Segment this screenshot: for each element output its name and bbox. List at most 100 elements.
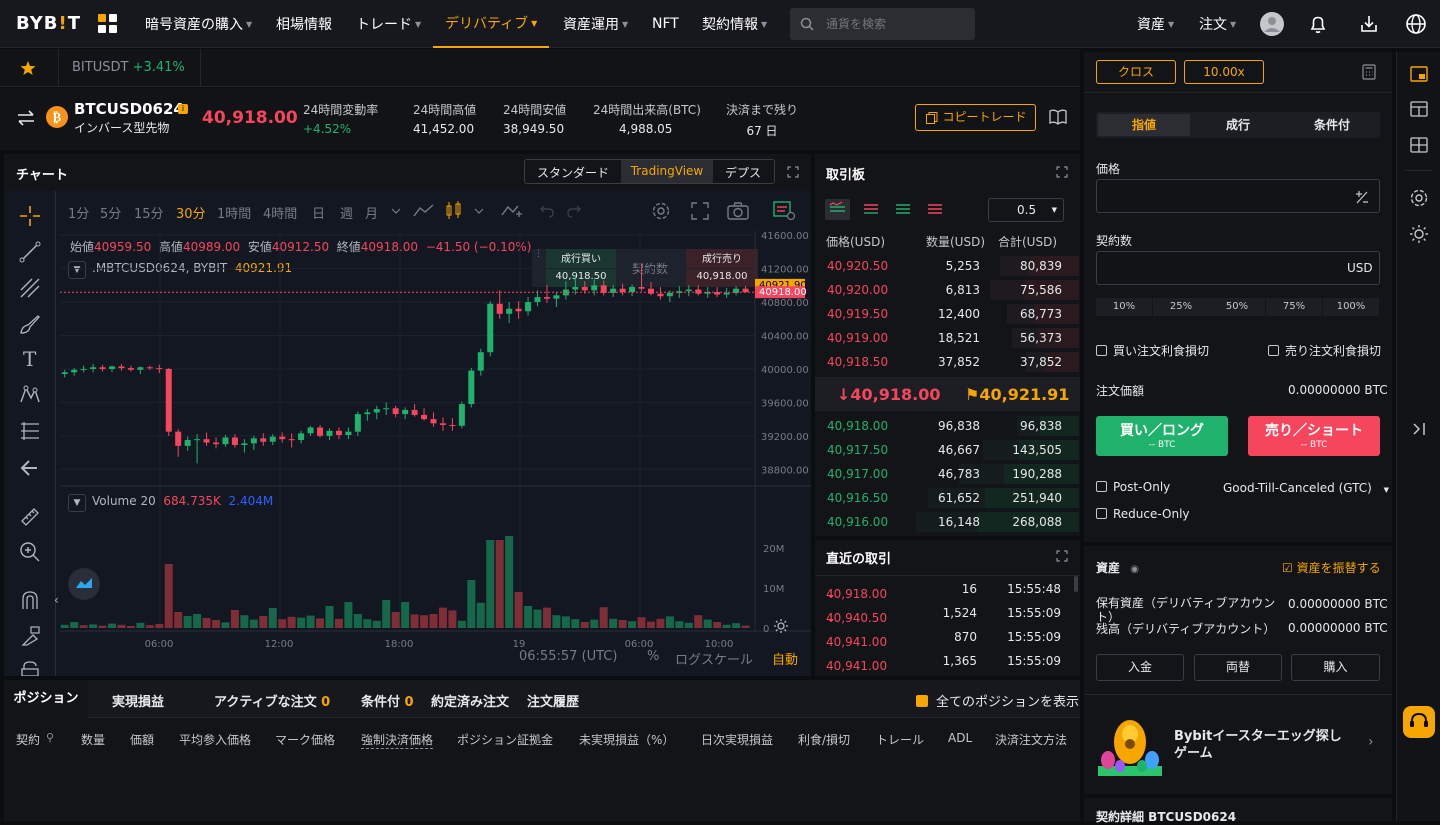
bid-row[interactable]: 40,916.50 61,652 251,940 [815,486,1079,510]
lock-drawing-icon[interactable] [19,625,41,647]
interval-4[interactable]: 1時間 [217,203,251,222]
scrollbar[interactable] [1074,576,1078,592]
crosshair-icon[interactable] [19,205,41,227]
percent-slider[interactable]: 10% 25% 50% 75% 100% [1096,298,1380,316]
reduce-only-checkbox[interactable]: Reduce-Only [1096,507,1190,521]
tab-standard[interactable]: スタンダード [537,164,609,181]
view-bids-icon[interactable] [894,201,912,217]
theme-sun-icon[interactable] [1409,224,1429,244]
symbol-name[interactable]: BTCUSD0624 [74,100,184,118]
apps-icon[interactable] [98,14,118,34]
nav-nft[interactable]: NFT [652,0,679,48]
scroll-left-icon[interactable]: ‹ [54,593,59,607]
bid-row[interactable]: 40,917.50 46,667 143,505 [815,438,1079,462]
ask-row[interactable]: 40,918.50 37,852 37,852 [815,350,1079,374]
pin-icon[interactable]: ⚲ [46,731,54,744]
percent-25%[interactable]: 25% [1153,298,1209,316]
magnet-icon[interactable] [19,589,41,611]
info-icon[interactable]: i [178,104,188,114]
interval-3[interactable]: 30分 [176,203,206,222]
tradingview-logo[interactable] [68,568,100,600]
view-asks-icon[interactable] [926,201,944,217]
undo-icon[interactable] [539,203,555,219]
position-col-header[interactable]: 契約 [16,731,40,748]
prediction-icon[interactable] [19,420,41,442]
bybit-logo[interactable]: BYB!T [16,13,81,34]
pattern-icon[interactable] [19,384,41,406]
buy-long-button[interactable]: 買い／ロング -- BTC [1096,416,1228,456]
auto-scale-toggle[interactable]: 自動 [772,649,798,668]
redo-icon[interactable] [566,203,582,219]
show-all-positions-checkbox[interactable]: 全てのポジションを表示 [916,691,1079,710]
bid-row[interactable]: 40,918.00 96,838 96,838 [815,414,1079,438]
interval-2[interactable]: 15分 [134,203,164,222]
text-tool-icon[interactable]: T [23,347,36,371]
fib-icon[interactable] [19,277,41,299]
eye-icon[interactable]: ◉ [1130,564,1139,575]
price-input[interactable] [1096,179,1380,213]
layout-grid-icon[interactable] [1410,137,1428,153]
expand-icon[interactable] [787,166,799,178]
tab-order-history[interactable]: 注文履歴 [527,691,579,710]
layout-split-icon[interactable] [1410,101,1428,117]
tp-sell-checkbox[interactable]: 売り注文利食損切 [1268,342,1381,359]
brush-icon[interactable] [19,313,41,335]
tab-market[interactable]: 成行 [1192,114,1284,136]
camera-icon[interactable] [727,202,749,220]
convert-button[interactable]: 両替 [1194,654,1282,681]
avatar[interactable] [1260,12,1284,36]
time-settings-icon[interactable] [773,618,789,634]
bid-row[interactable]: 40,916.00 16,148 268,088 [815,510,1079,534]
view-both-icon[interactable] [825,199,850,220]
interval-8[interactable]: 月 [365,203,378,222]
interval-0[interactable]: 1分 [68,203,89,222]
nav-trade[interactable]: トレード ▼ [356,0,421,48]
tab-realized-pnl[interactable]: 実現損益 [112,691,164,710]
percent-10%[interactable]: 10% [1096,298,1152,316]
tp-buy-checkbox[interactable]: 買い注文利食損切 [1096,342,1209,359]
back-arrow-icon[interactable] [19,457,41,479]
interval-1[interactable]: 5分 [100,203,121,222]
trend-line-icon[interactable] [19,241,41,263]
ask-row[interactable]: 40,920.50 5,253 80,839 [815,254,1079,278]
percent-50%[interactable]: 50% [1209,298,1265,316]
time-in-force-select[interactable]: Good-Till-Canceled (GTC) ▼ [1223,481,1389,495]
nav-assets[interactable]: 資産 ▼ [1137,0,1174,48]
collapse-panel-icon[interactable] [1412,422,1426,436]
lock-icon[interactable] [19,661,41,676]
post-only-checkbox[interactable]: Post-Only [1096,480,1170,494]
swap-icon[interactable] [16,108,36,128]
nav-contract-info[interactable]: 契約情報 ▼ [702,0,767,48]
nav-orders[interactable]: 注文 ▼ [1199,0,1236,48]
margin-mode-button[interactable]: クロス [1096,60,1176,84]
ask-row[interactable]: 40,920.00 6,813 75,586 [815,278,1079,302]
layout-single-icon[interactable] [1410,66,1428,82]
calculator-icon[interactable] [1362,64,1376,80]
globe-icon[interactable] [1404,12,1428,36]
qty-input[interactable]: USD [1096,251,1380,285]
nav-earn[interactable]: 資産運用 ▼ [563,0,628,48]
ruler-icon[interactable] [19,505,41,527]
layout-settings-icon[interactable] [773,201,797,221]
deposit-button[interactable]: 入金 [1096,654,1184,681]
view-split-icon[interactable] [862,201,880,217]
nav-derivatives[interactable]: デリバティブ ▼ [433,0,550,48]
expand-icon[interactable] [1056,550,1068,562]
copy-trade-button[interactable]: コピートレード [915,104,1036,131]
position-col-header[interactable]: 強制決済価格 [361,731,434,749]
leverage-button[interactable]: 10.00x [1184,60,1264,84]
plus-minus-icon[interactable] [1355,190,1369,204]
sell-short-button[interactable]: 売り／ショート -- BTC [1248,416,1380,456]
ask-row[interactable]: 40,919.50 12,400 68,773 [815,302,1079,326]
tab-conditional-order[interactable]: 条件付 [1286,114,1378,136]
log-scale-toggle[interactable]: ログスケール [675,649,753,668]
chart-canvas[interactable]: 1分 5分 15分 30分 1時間 4時間日週月 T 始値40959.50 高値40989… [4,191,811,676]
interval-6[interactable]: 日 [312,203,325,222]
buy-crypto-button[interactable]: 購入 [1291,654,1380,681]
percent-100%[interactable]: 100% [1323,298,1379,316]
ask-row[interactable]: 40,919.00 18,521 56,373 [815,326,1079,350]
settings-icon[interactable] [651,201,671,221]
expand-icon[interactable] [1056,166,1068,178]
price-step-select[interactable]: 0.5 ▼ [988,198,1064,222]
percent-scale-toggle[interactable]: % [647,649,659,664]
